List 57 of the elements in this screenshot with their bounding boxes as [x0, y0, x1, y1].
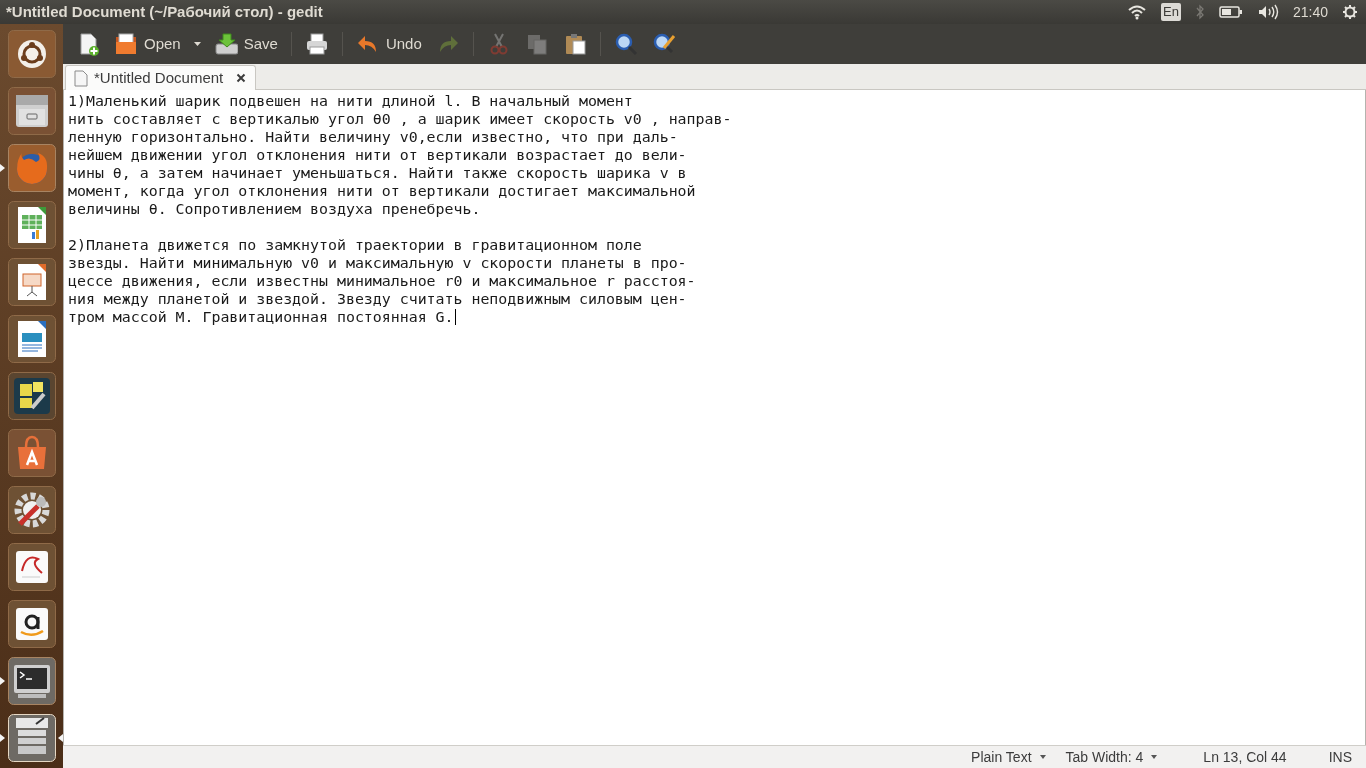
text-cursor [454, 309, 456, 325]
caret-icon [1039, 755, 1046, 759]
printer-icon [304, 32, 329, 56]
search-icon [613, 32, 638, 56]
bluetooth-icon[interactable] [1194, 4, 1205, 20]
gear-wrench-icon[interactable] [7, 486, 56, 534]
battery-icon[interactable] [1218, 5, 1243, 19]
file-cabinet-icon[interactable] [7, 87, 56, 135]
close-icon [236, 73, 247, 83]
insert-mode: INS [1328, 747, 1352, 767]
text-line: 2)Планета движется по замкнутой траектории в гравитационном поле [68, 236, 642, 254]
text-line: нейшем движении угол отклонения нити от вертикали возрастает до вели- [68, 146, 687, 164]
open-button[interactable]: Open [109, 28, 186, 60]
text-line: 1)Маленький шарик подвешен на нити длиной l. В начальный момент [68, 92, 633, 110]
spreadsheet-icon[interactable] [7, 201, 56, 249]
wrench-window-icon[interactable] [7, 372, 56, 420]
window-title: *Untitled Document (~/Рабочий стол) - gedit [6, 1, 323, 22]
presentation-icon[interactable] [7, 258, 56, 306]
text-line: ния между планетой и звездой. Звезду считать неподвижным силовым цен- [68, 290, 687, 308]
running-indicator-icon [0, 677, 5, 685]
document-reader-icon[interactable] [7, 543, 56, 591]
text-line: цессе движения, если известны минимальное r0 и максимальное r расстоя- [68, 272, 696, 290]
ubuntu-logo-icon[interactable] [7, 30, 56, 78]
close-tab-button[interactable] [235, 72, 248, 84]
wifi-icon[interactable] [1127, 4, 1148, 20]
text-line: момент, когда угол отклонения нити от вертикали достигает максимальной [68, 182, 696, 200]
text-line: ленную горизонтально. Найти величину v0,если известно, что при даль- [68, 128, 678, 146]
running-indicator-icon [0, 164, 5, 172]
cursor-position: Ln 13, Col 44 [1203, 747, 1287, 767]
text-editor[interactable] [63, 90, 1366, 745]
shopping-bag-icon[interactable] [7, 429, 56, 477]
undo-button[interactable]: Undo [350, 28, 427, 60]
running-indicator-icon [0, 734, 5, 742]
language-dropdown[interactable]: Plain Text [967, 746, 1050, 768]
text-line: нить составляет с вертикалью угол θ0 , а шарик имеет скорость v0 , направ- [68, 110, 732, 128]
text-line: чины θ, а затем начинает уменьшаться. Найти также скорость шарика v в [68, 164, 687, 182]
keyboard-layout-indicator[interactable]: En [1161, 3, 1181, 21]
document-icon [74, 69, 88, 87]
caret-icon [193, 42, 201, 46]
terminal-icon[interactable] [7, 657, 56, 705]
volume-icon[interactable] [1256, 4, 1279, 20]
document-icon[interactable] [7, 315, 56, 363]
tab-width-dropdown[interactable]: Tab Width: 4 [1061, 746, 1162, 768]
download-drive-icon [213, 32, 238, 56]
gear-icon[interactable] [1342, 4, 1358, 20]
folder-icon [114, 32, 138, 56]
text-line: тром массой M. Гравитационная постоянная G. [68, 308, 454, 326]
document-tab[interactable]: *Untitled Document [65, 65, 257, 90]
shopping-logo-icon[interactable] [7, 600, 56, 648]
clock[interactable]: 21:40 [1292, 1, 1328, 23]
caret-icon [1151, 755, 1158, 759]
text-line: звезды. Найти минимальную v0 и максимальную v скорости планеты в про- [68, 254, 687, 272]
save-button[interactable]: Save [208, 28, 283, 60]
text-line: величины θ. Сопротивлением воздуха пренебречь. [68, 200, 481, 218]
tab-title: *Untitled Document [94, 67, 224, 88]
search-pencil-icon [651, 32, 676, 56]
text-editor-stack-icon[interactable] [7, 714, 56, 762]
